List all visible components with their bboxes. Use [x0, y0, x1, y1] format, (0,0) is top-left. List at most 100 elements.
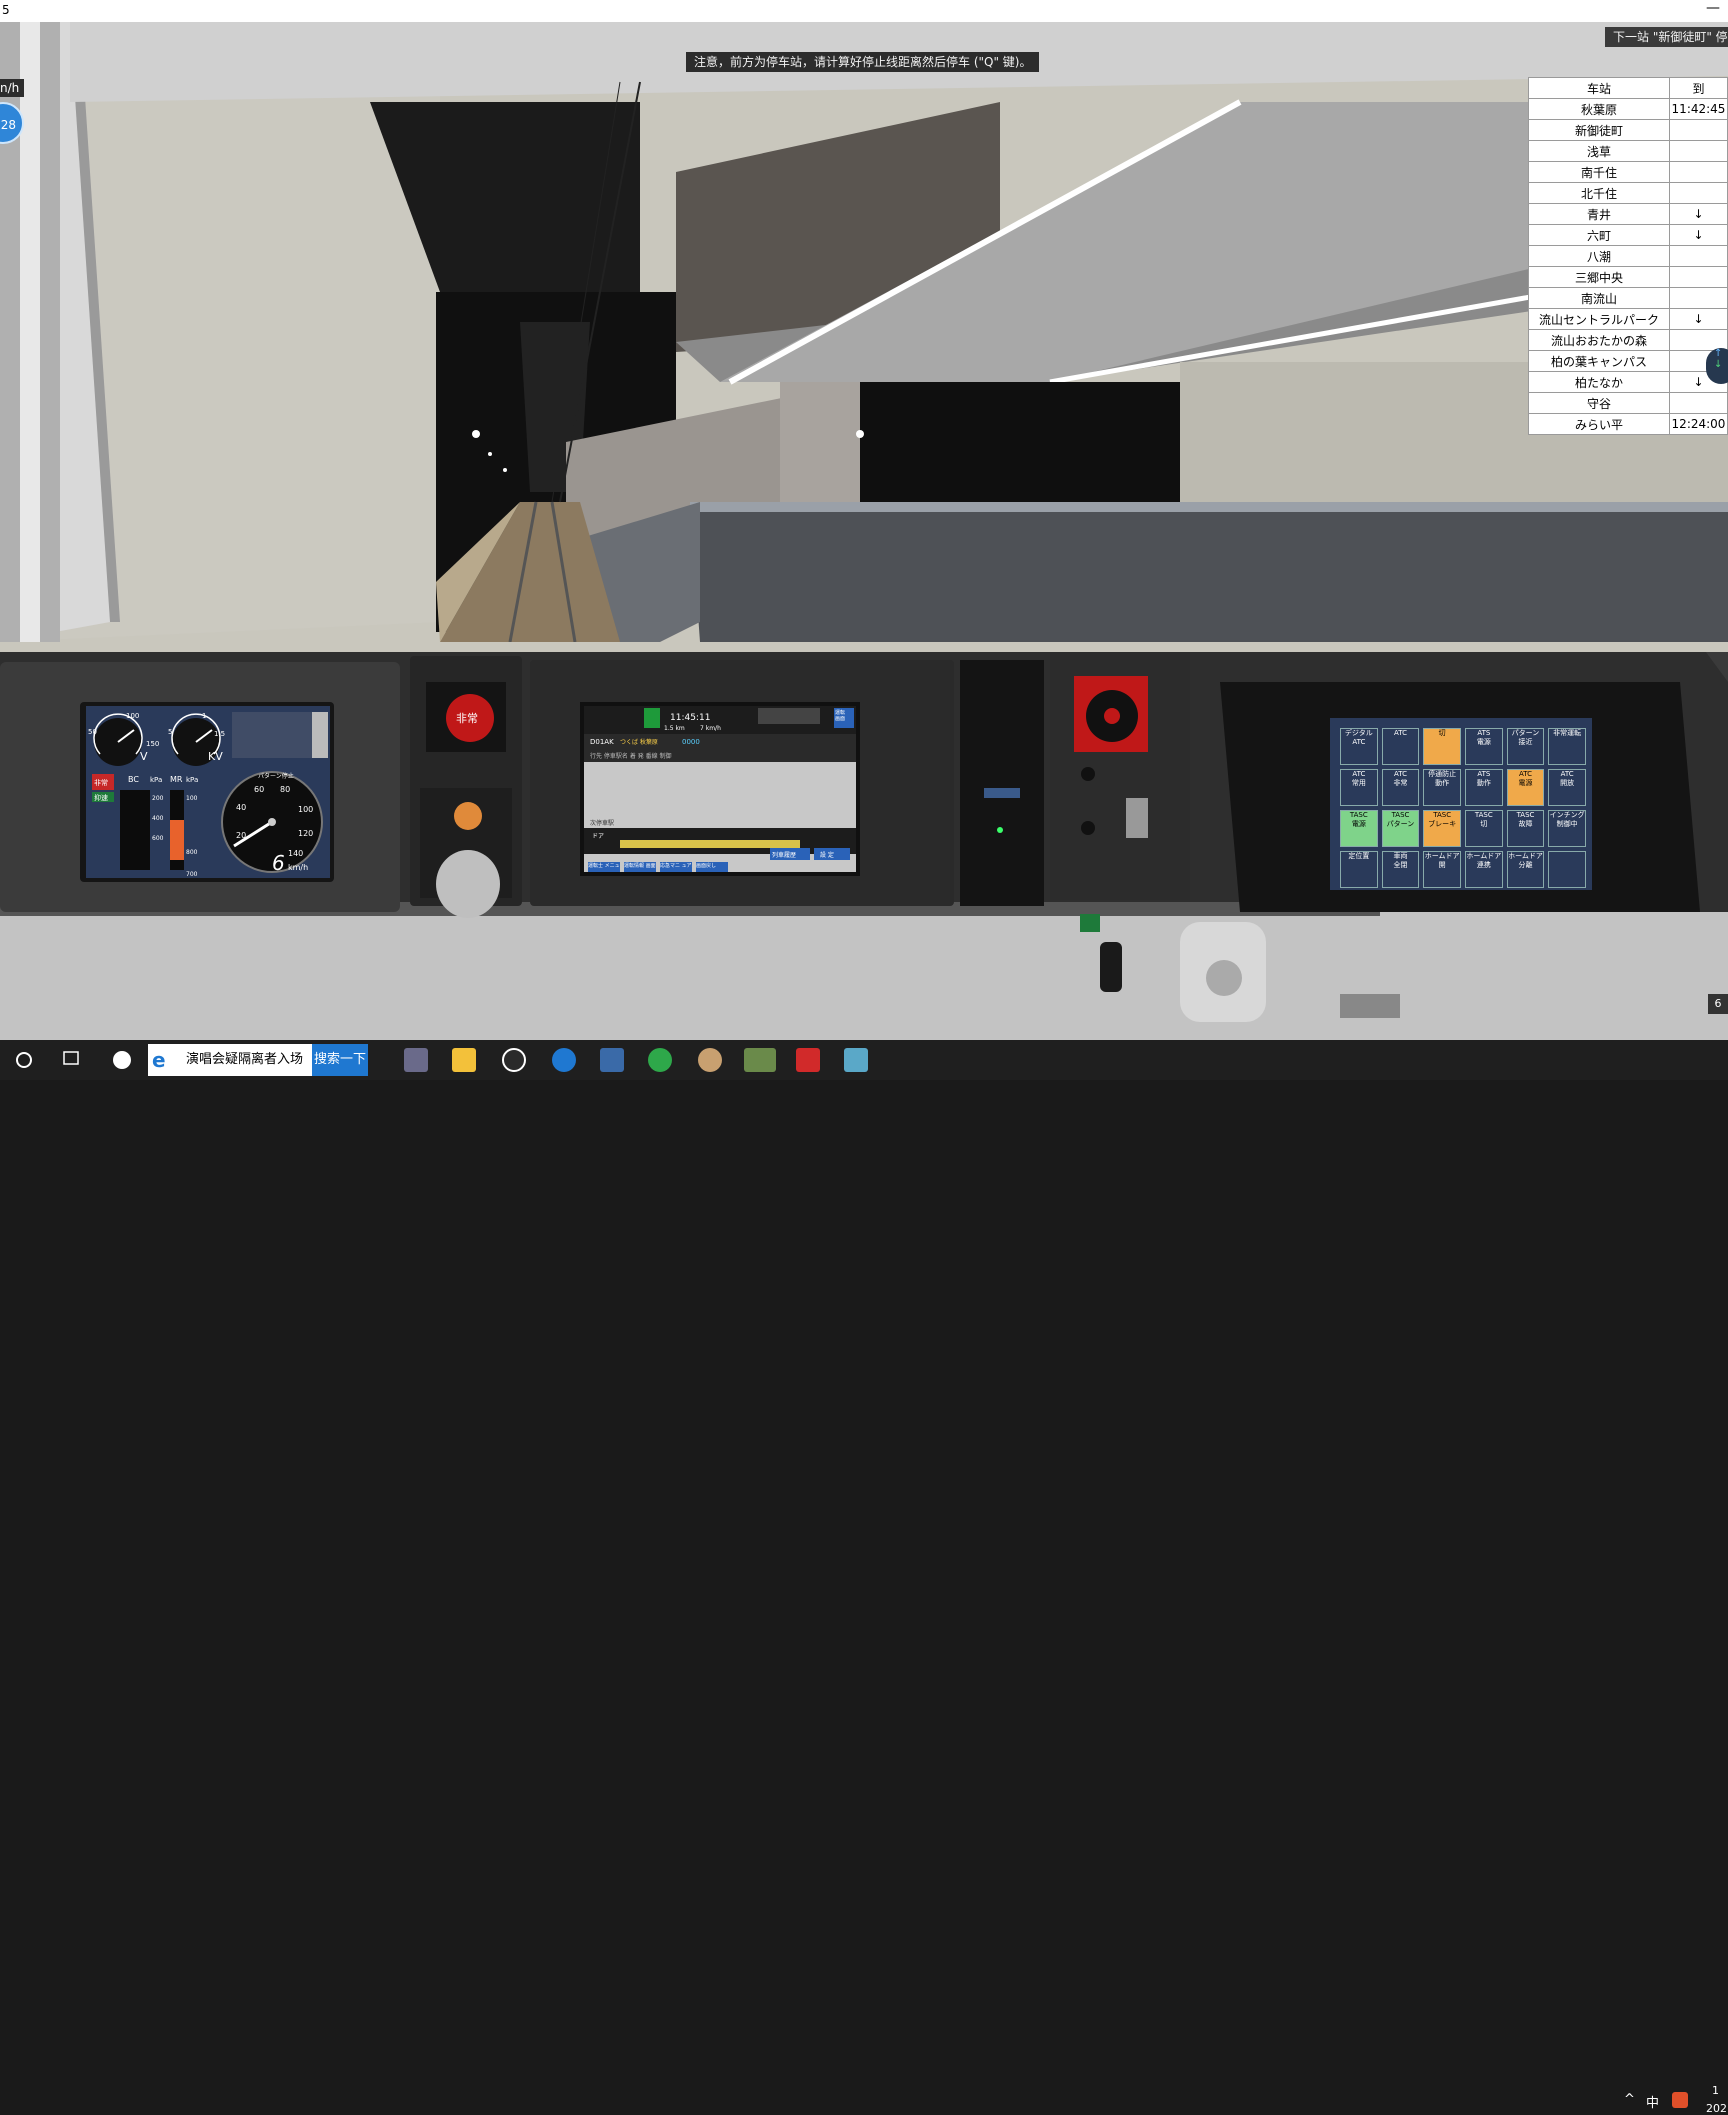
station-name: みらい平: [1528, 413, 1670, 435]
ats-button[interactable]: ATS 動作: [1465, 769, 1503, 806]
ats-button[interactable]: [1548, 851, 1586, 888]
table-row: 六町 ↓: [1528, 224, 1728, 246]
tims-history-label: 列車履歴: [772, 851, 796, 859]
green-switch[interactable]: [1080, 914, 1100, 932]
bc-label: BC: [128, 775, 139, 784]
sogou-icon[interactable]: [1672, 2092, 1688, 2108]
v-tick: 50: [88, 728, 97, 736]
ats-button-grid: デジタル ATC ATC 切 ATS 電源 パターン 接近 非常運転 ATC 常…: [1340, 728, 1586, 888]
station-name: 南流山: [1528, 287, 1670, 309]
ats-button[interactable]: TASC ブレーキ: [1423, 810, 1461, 847]
ats-button[interactable]: ATC 非常: [1381, 769, 1420, 806]
station-time: [1669, 119, 1728, 141]
ats-button[interactable]: TASC パターン: [1381, 810, 1420, 847]
speed-tick: 100: [298, 805, 313, 814]
scroll-down-icon[interactable]: ↓: [1714, 359, 1728, 370]
station-name: 柏たなか: [1528, 371, 1670, 393]
station-time: 11:42:45: [1669, 98, 1728, 120]
mr-label: MR: [170, 775, 183, 784]
table-row: 流山おおたかの森: [1528, 329, 1728, 351]
search-button[interactable]: 搜索一下: [312, 1044, 368, 1076]
station-time: ↓: [1669, 308, 1728, 330]
window-app-icon[interactable]: [600, 1048, 624, 1072]
indicator-lamp: [454, 802, 482, 830]
ats-button[interactable]: ATC 常用: [1340, 769, 1378, 806]
qq-icon[interactable]: [502, 1048, 526, 1072]
speed-tick: 60: [254, 785, 264, 794]
tims-train-no: D01AK: [590, 738, 614, 746]
tunnel-view: [0, 22, 1728, 642]
table-row: 流山セントラルパーク ↓: [1528, 308, 1728, 330]
task-view-icon[interactable]: [63, 1051, 79, 1065]
scroll-up-icon[interactable]: ↑: [1714, 348, 1728, 359]
paint-icon[interactable]: [698, 1048, 722, 1072]
ats-button[interactable]: TASC 切: [1465, 810, 1503, 847]
station-name: 北千住: [1528, 182, 1670, 204]
ats-button[interactable]: ATS 電源: [1465, 728, 1503, 765]
calculator-icon[interactable]: [404, 1048, 428, 1072]
tims-softkey-label: 画面戻し: [696, 863, 717, 869]
bar-tick: 200: [152, 795, 164, 802]
station-name: 柏の葉キャンパス: [1528, 350, 1670, 372]
table-row: 柏の葉キャンパス: [1528, 350, 1728, 372]
start-icon[interactable]: [16, 1052, 32, 1068]
speed-tick: 120: [298, 829, 313, 838]
ats-button[interactable]: TASC 電源: [1340, 810, 1378, 847]
ats-button[interactable]: デジタル ATC: [1340, 728, 1378, 765]
notes-app-icon[interactable]: [844, 1048, 868, 1072]
tims-section-title: 次停車駅: [590, 819, 614, 827]
tray-chevron-icon[interactable]: ^: [1624, 2092, 1635, 2107]
edge-icon[interactable]: [552, 1048, 576, 1072]
ats-button[interactable]: 非常運転: [1548, 728, 1586, 765]
ats-button[interactable]: ホームドア 分離: [1506, 851, 1545, 888]
ats-button[interactable]: 定位置: [1340, 851, 1378, 888]
ats-button[interactable]: ホームドア 開: [1423, 851, 1461, 888]
app-launcher-icon[interactable]: [113, 1051, 131, 1069]
tray-time: 1: [1712, 2084, 1719, 2097]
ats-button[interactable]: ATC: [1381, 728, 1420, 765]
tims-header-row: 行先 停車駅名 着 発 番線 制御: [590, 752, 672, 760]
ats-button[interactable]: TASC 故障: [1506, 810, 1545, 847]
v-tick: 150: [146, 740, 159, 748]
tims-car-no: 0000: [682, 738, 700, 746]
station-name: 三郷中央: [1528, 266, 1670, 288]
tims-distance: 1.5 km: [664, 725, 685, 732]
ats-button[interactable]: インチング 制御中: [1548, 810, 1586, 847]
table-row: 秋葉原 11:42:45: [1528, 98, 1728, 120]
ats-button[interactable]: 車両 全閉: [1381, 851, 1420, 888]
folder-icon[interactable]: [452, 1048, 476, 1072]
ime-indicator[interactable]: 中: [1646, 2092, 1659, 2111]
search-input[interactable]: e 演唱会疑隔离者入场: [148, 1044, 312, 1076]
ats-button[interactable]: 停通防止 動作: [1423, 769, 1461, 806]
ats-button[interactable]: ATC 開放: [1548, 769, 1586, 806]
game-app-icon[interactable]: [744, 1048, 776, 1072]
station-time: [1669, 245, 1728, 267]
station-time: ↓: [1669, 224, 1728, 246]
ats-button[interactable]: 切: [1423, 728, 1461, 765]
station-name: 流山セントラルパーク: [1528, 308, 1670, 330]
master-controller[interactable]: [436, 850, 500, 918]
minimize-button[interactable]: —: [1706, 0, 1720, 16]
status-indicator: 抑速: [94, 793, 108, 802]
ats-button[interactable]: パターン 接近: [1506, 728, 1545, 765]
bar-tick: 700: [186, 871, 198, 878]
table-row: 北千住: [1528, 182, 1728, 204]
kpa-label: kPa: [186, 776, 198, 784]
timetable-scroll-button[interactable]: ↑ ↓: [1706, 348, 1728, 384]
status-indicator: 非常: [94, 778, 108, 787]
search-text: 演唱会疑隔离者入场: [186, 1052, 304, 1067]
tims-softkey-label: 運転情報 画面: [624, 863, 656, 869]
ats-button[interactable]: ATC 電源: [1506, 769, 1545, 806]
table-row: 青井 ↓: [1528, 203, 1728, 225]
study-app-icon[interactable]: [796, 1048, 820, 1072]
station-name: 八潮: [1528, 245, 1670, 267]
green-app-icon[interactable]: [648, 1048, 672, 1072]
tims-softkey-label: 運転士 メニュー: [588, 863, 620, 869]
table-row: みらい平 12:24:00: [1528, 413, 1728, 435]
pattern-label: パターン停止: [258, 772, 294, 780]
tims-settings-label: 設 定: [820, 851, 834, 859]
ats-button[interactable]: ホームドア 連携: [1465, 851, 1503, 888]
table-row: 八潮: [1528, 245, 1728, 267]
next-station-banner: 下一站 "新御徒町" 停: [1605, 27, 1728, 47]
window-title: 5: [2, 3, 10, 17]
